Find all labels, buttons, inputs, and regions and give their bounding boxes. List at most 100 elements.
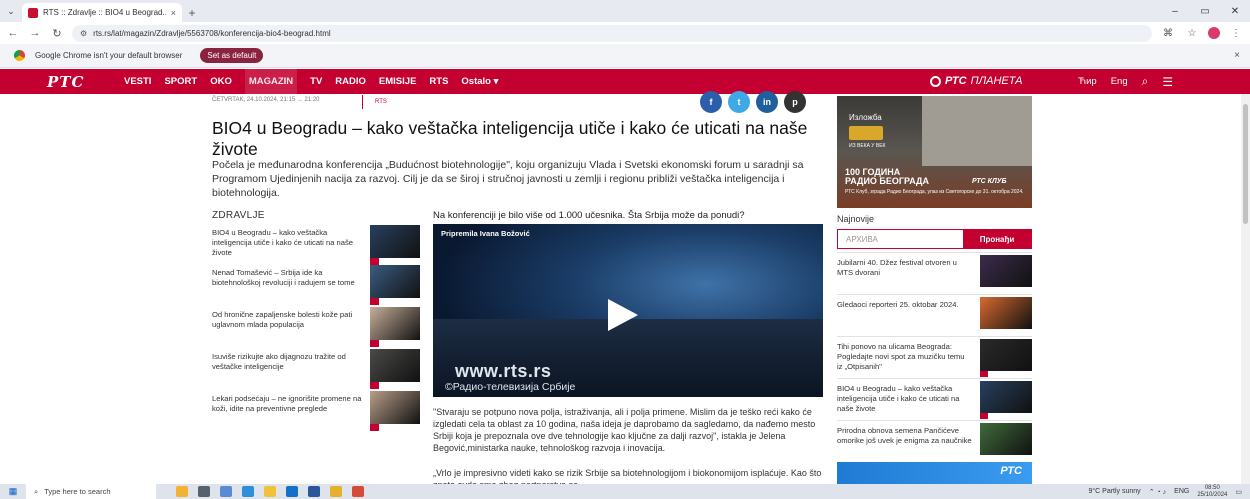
facebook-share-icon[interactable]: f <box>700 91 722 113</box>
translate-icon[interactable]: ⌘ <box>1160 28 1176 39</box>
related-item-title[interactable]: Lekari podsećaju – ne ignorišite promene… <box>212 394 362 414</box>
chrome-taskbar-icon[interactable] <box>352 486 364 497</box>
ad-photo <box>922 96 1032 166</box>
related-thumb[interactable] <box>370 225 420 258</box>
weather-text[interactable]: 9°C Partly sunny <box>1088 488 1140 495</box>
menu-icon[interactable]: ⋮ <box>1228 28 1244 39</box>
address-bar: ← → ↻ ⚙ rts.rs/lat/magazin/Zdravlje/5563… <box>0 22 1250 44</box>
rts-klub-ad[interactable]: Изложба ИЗ ВЕКА У ВЕК 100 ГОДИНА РАДИО БЕ… <box>837 96 1032 208</box>
related-item[interactable]: Isuviše rizikujte ako dijagnozu tražite … <box>212 349 422 389</box>
latest-news-title[interactable]: Gledaoci reporteri 25. oktobar 2024. <box>837 300 972 310</box>
app-icon[interactable] <box>220 486 232 497</box>
new-tab-button[interactable]: + <box>182 3 202 22</box>
latest-label[interactable]: Najnovije <box>837 214 874 224</box>
latest-news-title[interactable]: Tihi ponovo na ulicama Beograda: Pogleda… <box>837 342 972 372</box>
taskbar-search[interactable]: ⌕ Type here to search <box>26 484 156 499</box>
chrome-icon <box>14 50 25 61</box>
latest-news-item[interactable]: Prirodna obnova semena Pančićeve omorike… <box>837 420 1032 462</box>
nav-ostalo[interactable]: Ostalo ▾ <box>461 76 498 87</box>
cyrillic-toggle[interactable]: Ћир <box>1078 76 1097 87</box>
task-view-icon[interactable] <box>198 486 210 497</box>
edge-icon[interactable] <box>242 486 254 497</box>
app-icon[interactable] <box>330 486 342 497</box>
page-scrollbar[interactable] <box>1241 94 1250 484</box>
english-toggle[interactable]: Eng <box>1111 76 1128 87</box>
latest-news-thumb[interactable] <box>980 423 1032 455</box>
close-window-button[interactable]: ✕ <box>1220 0 1250 22</box>
infobar-close-icon[interactable]: × <box>1234 50 1240 61</box>
nav-magazin[interactable]: MAGAZIN <box>244 69 298 94</box>
nav-tv[interactable]: TV <box>310 76 322 87</box>
forward-icon[interactable]: → <box>28 27 42 39</box>
star-icon[interactable]: ☆ <box>1184 28 1200 39</box>
search-icon[interactable]: ⌕ <box>1142 74 1149 89</box>
latest-news-thumb[interactable] <box>980 339 1032 371</box>
rts-logo[interactable]: РТС <box>47 73 84 91</box>
latest-news-item[interactable]: Tihi ponovo na ulicama Beograda: Pogleda… <box>837 336 1032 378</box>
related-thumb[interactable] <box>370 349 420 382</box>
related-thumb[interactable] <box>370 265 420 298</box>
related-item[interactable]: Nenad Tomašević – Srbija ide ka biotehno… <box>212 265 422 305</box>
word-icon[interactable] <box>308 486 320 497</box>
related-thumb[interactable] <box>370 391 420 424</box>
nav-radio[interactable]: RADIO <box>335 76 366 87</box>
latest-news-title[interactable]: Jubilarni 40. Džez festival otvoren u MT… <box>837 258 972 278</box>
related-section-title[interactable]: ZDRAVLJE <box>212 210 265 221</box>
latest-news-title[interactable]: BIO4 u Beogradu – kako veštačka intelige… <box>837 384 972 414</box>
browser-tab[interactable]: RTS :: Zdravlje :: BIO4 u Beograd... × <box>22 3 182 22</box>
archive-input[interactable]: АРХИВА <box>838 230 963 248</box>
maximize-button[interactable]: ▭ <box>1190 0 1220 22</box>
clock[interactable]: 08:50 25/10/2024 <box>1197 485 1227 499</box>
file-explorer-icon[interactable] <box>264 486 276 497</box>
related-item[interactable]: BIO4 u Beogradu – kako veštačka intelige… <box>212 225 422 265</box>
tune-icon[interactable]: ⚙ <box>80 29 87 38</box>
related-item-title[interactable]: Od hronične zapaljenske bolesti kože pat… <box>212 310 362 330</box>
nav-rts[interactable]: RTS <box>429 76 448 87</box>
archive-search: АРХИВА Пронађи <box>837 229 1032 249</box>
tab-search-icon[interactable]: ⌄ <box>0 0 22 22</box>
latest-news-thumb[interactable] <box>980 255 1032 287</box>
nav-emisije[interactable]: EMISIJE <box>379 76 417 87</box>
input-language[interactable]: ENG <box>1174 488 1189 495</box>
tray-icons[interactable]: ⌃ ◔ ♪ <box>1149 488 1166 496</box>
minimize-button[interactable]: – <box>1160 0 1190 22</box>
notifications-icon[interactable]: ▭ <box>1235 488 1242 496</box>
video-player[interactable]: Pripremila Ivana Božović www.rts.rs ©Рад… <box>433 224 823 397</box>
latest-news-title[interactable]: Prirodna obnova semena Pančićeve omorike… <box>837 426 972 446</box>
print-icon[interactable]: p <box>784 91 806 113</box>
nav-right: Ћир Eng ⌕ ☰ <box>1078 69 1173 94</box>
article-paragraph: "Stvaraju se potpuno nova polja, istraži… <box>433 407 816 453</box>
latest-news-item[interactable]: Gledaoci reporteri 25. oktobar 2024. <box>837 294 1032 336</box>
url-field[interactable]: ⚙ rts.rs/lat/magazin/Zdravlje/5563708/ko… <box>72 24 1152 42</box>
latest-news-item[interactable]: Jubilarni 40. Džez festival otvoren u MT… <box>837 252 1032 294</box>
scrollbar-thumb[interactable] <box>1243 104 1248 224</box>
set-default-button[interactable]: Set as default <box>200 48 264 63</box>
back-icon[interactable]: ← <box>6 27 20 39</box>
latest-news-thumb[interactable] <box>980 297 1032 329</box>
archive-search-button[interactable]: Пронађи <box>963 230 1031 248</box>
outlook-icon[interactable] <box>286 486 298 497</box>
related-item[interactable]: Od hronične zapaljenske bolesti kože pat… <box>212 307 422 347</box>
related-thumb[interactable] <box>370 307 420 340</box>
tab-close-icon[interactable]: × <box>171 8 176 18</box>
related-item[interactable]: Lekari podsećaju – ne ignorišite promene… <box>212 391 422 431</box>
nav-sport[interactable]: SPORT <box>164 76 197 87</box>
profile-avatar-icon[interactable] <box>1208 27 1220 39</box>
dateline-divider <box>362 95 363 109</box>
latest-news-item[interactable]: BIO4 u Beogradu – kako veštačka intelige… <box>837 378 1032 420</box>
latest-news-thumb[interactable] <box>980 381 1032 413</box>
rss-icon[interactable]: ☰ <box>1162 75 1173 89</box>
bottom-ad-banner[interactable]: РТС <box>837 462 1032 484</box>
twitter-share-icon[interactable]: t <box>728 91 750 113</box>
related-item-title[interactable]: Isuviše rizikujte ako dijagnozu tražite … <box>212 352 362 372</box>
nav-oko[interactable]: OKO <box>210 76 232 87</box>
widgets-icon[interactable] <box>176 486 188 497</box>
play-icon[interactable] <box>608 299 638 331</box>
rts-planeta-link[interactable]: РТС ПЛАНЕТА <box>930 75 1022 87</box>
related-item-title[interactable]: Nenad Tomašević – Srbija ide ka biotehno… <box>212 268 362 288</box>
linkedin-share-icon[interactable]: in <box>756 91 778 113</box>
reload-icon[interactable]: ↻ <box>50 27 64 40</box>
related-item-title[interactable]: BIO4 u Beogradu – kako veštačka intelige… <box>212 228 362 258</box>
nav-vesti[interactable]: VESTI <box>124 76 151 87</box>
windows-start-icon[interactable]: ▦ <box>0 484 26 499</box>
